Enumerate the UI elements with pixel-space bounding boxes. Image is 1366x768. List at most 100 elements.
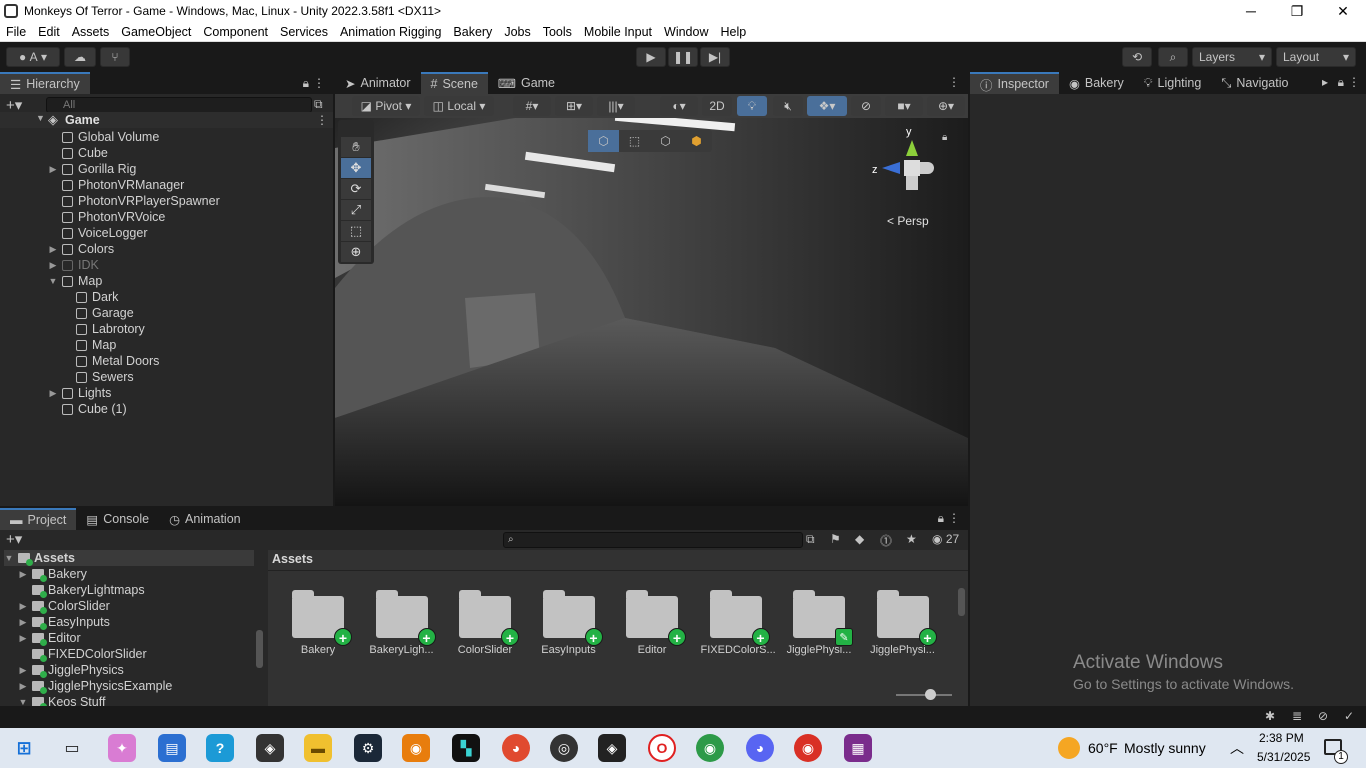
pivot-dropdown[interactable]: ◪ Pivot ▾: [352, 96, 420, 116]
unity-hub-icon[interactable]: ◈: [256, 734, 284, 762]
shaded-cube-icon[interactable]: ⬢: [681, 130, 712, 152]
menu-services[interactable]: Services: [274, 25, 334, 39]
kebab-menu-icon[interactable]: ⋮: [313, 76, 325, 90]
tree-root[interactable]: ▼ Assets: [4, 550, 254, 566]
2d-toggle[interactable]: 2D: [702, 96, 732, 116]
asset-folder[interactable]: + BakeryLigh...: [367, 590, 437, 656]
rect-icon[interactable]: ⬚: [619, 130, 650, 152]
hierarchy-item[interactable]: ▶ Colors: [48, 241, 115, 257]
project-folder[interactable]: ▶ EasyInputs: [18, 614, 110, 630]
tab-navigation[interactable]: ⤡ Navigatio: [1211, 72, 1298, 94]
chevron-down-icon[interactable]: ▼: [48, 276, 58, 286]
scale-tool[interactable]: ⤢: [341, 200, 371, 220]
box-icon[interactable]: ⬡: [650, 130, 681, 152]
chevron-up-icon[interactable]: ︿: [1230, 738, 1244, 758]
hierarchy-item[interactable]: Labrotory: [62, 321, 145, 337]
menu-bakery[interactable]: Bakery: [447, 25, 498, 39]
projection-toggle[interactable]: < Persp: [887, 214, 929, 228]
tab-animation[interactable]: ◷ Animation: [159, 508, 251, 530]
hierarchy-item[interactable]: VoiceLogger: [48, 225, 148, 241]
news-widget-icon[interactable]: ▤: [158, 734, 186, 762]
discord-icon[interactable]: ◕: [746, 734, 774, 762]
check-icon[interactable]: ✓: [1344, 709, 1354, 723]
menu-animation-rigging[interactable]: Animation Rigging: [334, 25, 447, 39]
clock-date[interactable]: 5/31/2025: [1257, 750, 1310, 764]
undo-history-button[interactable]: ⟲: [1122, 47, 1152, 67]
asset-folder[interactable]: + JigglePhysi...: [868, 590, 938, 656]
clock-time[interactable]: 2:38 PM: [1259, 731, 1304, 745]
increment-snap-dropdown[interactable]: |||▾: [597, 96, 635, 116]
tab-console[interactable]: ▤ Console: [76, 508, 159, 530]
opera-icon[interactable]: O: [648, 734, 676, 762]
hidden-count[interactable]: ◉ 27: [932, 532, 959, 546]
cube-view-icon[interactable]: ⬡: [588, 130, 619, 152]
draw-mode-dropdown[interactable]: ◐▾: [660, 96, 698, 116]
orientation-gizmo[interactable]: y z 🔒︎: [870, 126, 947, 206]
menu-file[interactable]: File: [0, 25, 32, 39]
project-folder[interactable]: ▶ Bakery: [18, 566, 87, 582]
menu-gameobject[interactable]: GameObject: [115, 25, 197, 39]
tab-game[interactable]: ⌨ Game: [488, 72, 565, 94]
layout-dropdown[interactable]: Layout ▾: [1276, 47, 1356, 67]
create-asset-button[interactable]: +▾: [6, 530, 22, 548]
favorite-star-icon[interactable]: ★: [906, 532, 917, 546]
terminal-app-icon[interactable]: ▚: [452, 734, 480, 762]
gizmos-dropdown[interactable]: ⊕▾: [927, 96, 965, 116]
kebab-menu-icon[interactable]: ⋮: [316, 113, 328, 127]
weather-description[interactable]: Mostly sunny: [1124, 740, 1206, 756]
chevron-right-icon[interactable]: ▶: [48, 388, 58, 399]
asset-folder[interactable]: + EasyInputs: [534, 590, 604, 656]
tree-scrollbar[interactable]: [256, 630, 263, 668]
menu-edit[interactable]: Edit: [32, 25, 66, 39]
weather-temp[interactable]: 60°F: [1088, 740, 1118, 756]
scene-viewport[interactable]: y z 🔒︎ < Persp ⬡ ⬚ ⬡ ⬢: [335, 118, 968, 506]
hierarchy-item[interactable]: ▶ Lights: [48, 385, 112, 401]
chevron-right-icon[interactable]: ▶: [18, 633, 28, 644]
hierarchy-item[interactable]: Cube (1): [48, 401, 127, 417]
project-folder[interactable]: ▼ Keos Stuff: [18, 694, 105, 706]
tab-scene[interactable]: # Scene: [420, 72, 488, 94]
grid-visibility-dropdown[interactable]: ⊞▾: [555, 96, 593, 116]
hierarchy-search-input[interactable]: All: [46, 97, 312, 113]
zoom-slider-handle[interactable]: [925, 689, 936, 700]
chevron-right-icon[interactable]: ▶: [48, 260, 58, 271]
asset-folder[interactable]: ✎ JigglePhysi...: [784, 590, 854, 656]
project-folder[interactable]: ▶ Editor: [18, 630, 81, 646]
tab-bakery[interactable]: ◉ Bakery: [1059, 72, 1134, 94]
move-tool[interactable]: ✥: [341, 158, 371, 178]
layers-dropdown[interactable]: Layers ▾: [1192, 47, 1272, 67]
file-explorer-icon[interactable]: ▬: [304, 734, 332, 762]
project-search-input[interactable]: ⌕: [503, 532, 803, 548]
step-button[interactable]: ▶|: [700, 47, 730, 67]
effects-dropdown[interactable]: ❖▾: [807, 96, 847, 116]
help-icon[interactable]: ?: [206, 734, 234, 762]
camera-dropdown[interactable]: ■▾: [885, 96, 923, 116]
filter-type-icon[interactable]: ⚑: [830, 532, 841, 546]
copilot-icon[interactable]: ✦: [108, 734, 136, 762]
search-button[interactable]: ⌕: [1158, 47, 1188, 67]
collab-button[interactable]: ⑂: [100, 47, 130, 67]
tab-overflow-icon[interactable]: ▸: [1322, 75, 1328, 89]
menu-tools[interactable]: Tools: [537, 25, 578, 39]
blender-icon[interactable]: ◉: [402, 734, 430, 762]
menu-mobile-input[interactable]: Mobile Input: [578, 25, 658, 39]
minimize-button[interactable]: ─: [1228, 0, 1274, 22]
hierarchy-item[interactable]: ▶ Gorilla Rig: [48, 161, 137, 177]
transform-tool[interactable]: ⊕: [341, 242, 371, 262]
project-folder[interactable]: ▶ JigglePhysics: [18, 662, 124, 678]
hierarchy-item[interactable]: Cube: [48, 145, 108, 161]
chevron-right-icon[interactable]: ▼: [18, 697, 28, 706]
kebab-menu-icon[interactable]: ⋮: [1348, 75, 1360, 89]
project-folder[interactable]: FIXEDColorSlider: [18, 646, 147, 662]
asset-folder[interactable]: + ColorSlider: [450, 590, 520, 656]
hierarchy-item[interactable]: Dark: [62, 289, 118, 305]
lighting-toggle[interactable]: 💡︎: [737, 96, 767, 116]
tab-project[interactable]: ▬ Project: [0, 508, 77, 530]
scene-visibility-toggle[interactable]: ⊘: [851, 96, 881, 116]
search-by-type-icon[interactable]: ⧉: [806, 532, 815, 547]
project-folder[interactable]: ▶ JigglePhysicsExample: [18, 678, 172, 694]
tab-hierarchy[interactable]: ☰ Hierarchy: [0, 72, 90, 94]
menu-help[interactable]: Help: [714, 25, 752, 39]
lock-icon[interactable]: 🔒︎: [1338, 75, 1344, 90]
hierarchy-item[interactable]: PhotonVRVoice: [48, 209, 165, 225]
